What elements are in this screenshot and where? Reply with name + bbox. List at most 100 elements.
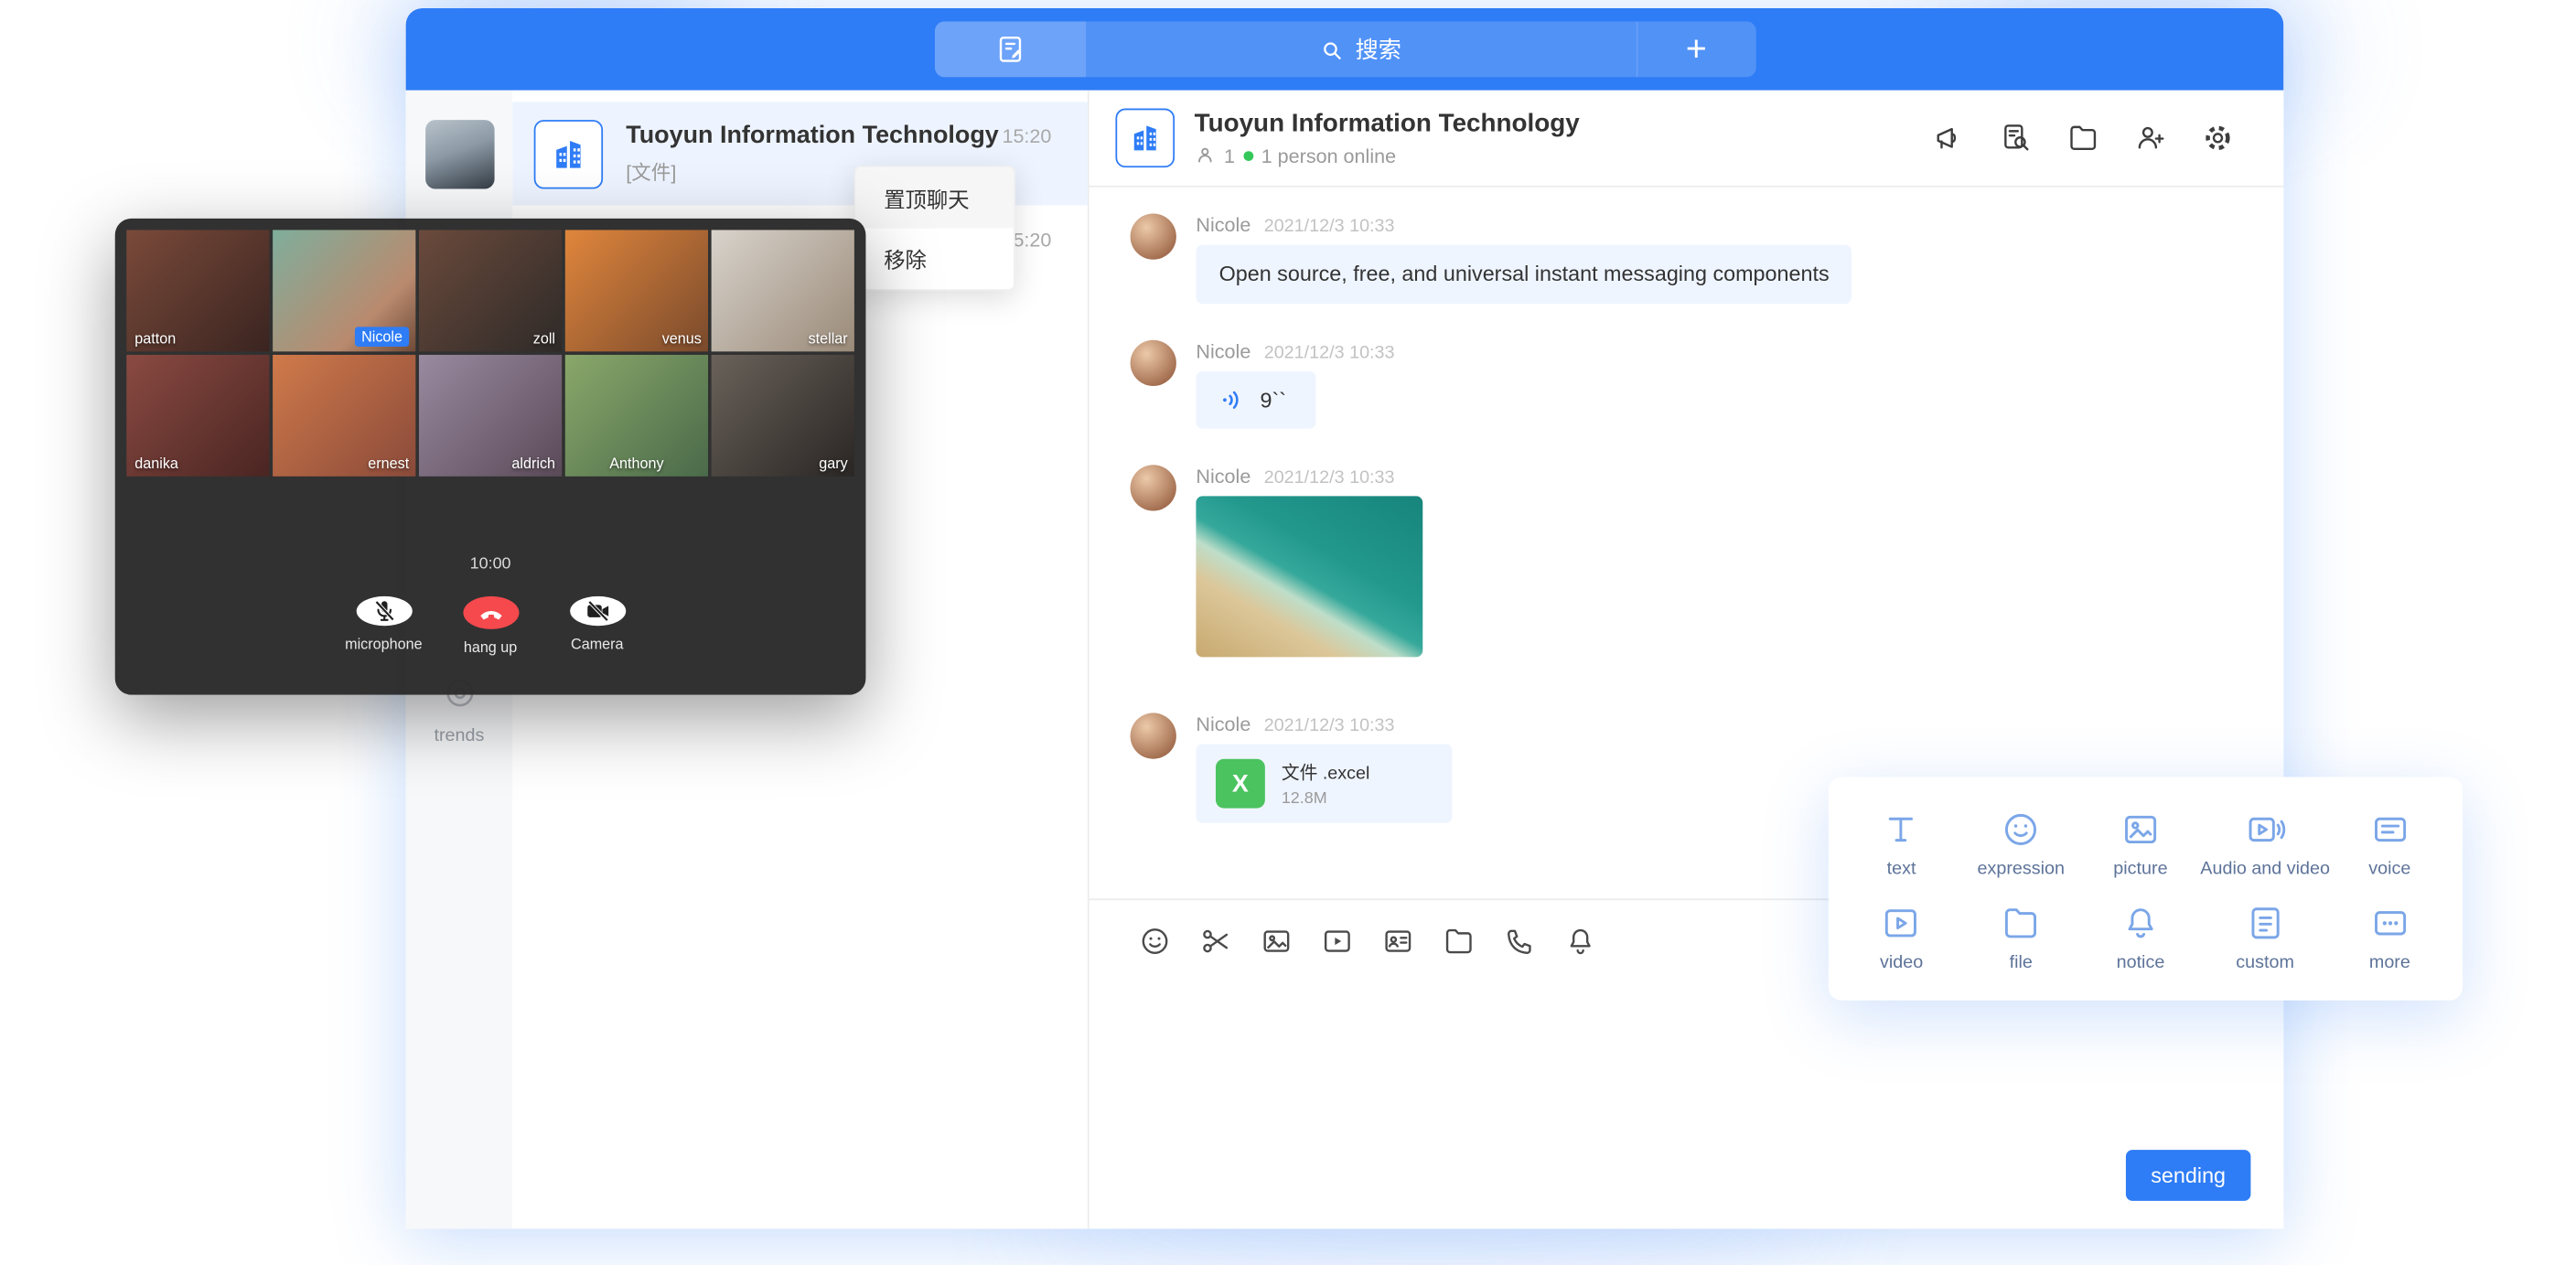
popup-item-picture[interactable]: picture: [2081, 797, 2201, 890]
participant-name: gary: [819, 455, 847, 471]
chat-history-search-icon[interactable]: [2000, 122, 2033, 155]
chat-header-texts: Tuoyun Information Technology 1 1 person…: [1195, 109, 1580, 166]
menu-item-pin-chat[interactable]: 置顶聊天: [856, 167, 1014, 228]
send-button[interactable]: sending: [2126, 1150, 2250, 1201]
emoji-icon[interactable]: [1139, 925, 1172, 958]
participant-name: stellar: [809, 330, 848, 347]
message-input-area[interactable]: sending: [1089, 982, 2284, 1228]
message-time: 2021/12/3 10:33: [1264, 468, 1395, 488]
screenshot-scissors-icon[interactable]: [1199, 925, 1232, 958]
message-type-popup: text expression picture: [1829, 777, 2463, 1000]
expression-icon: [2000, 809, 2043, 852]
participant-name: zoll: [533, 330, 555, 347]
video-participant[interactable]: aldrich: [419, 355, 562, 477]
control-label: microphone: [345, 636, 422, 652]
popup-item-label: expression: [1977, 859, 2065, 879]
members-manage-icon[interactable]: [2134, 122, 2167, 155]
control-label: hang up: [464, 639, 517, 656]
sender-avatar[interactable]: [1131, 713, 1176, 759]
popup-item-audio-video[interactable]: Audio and video: [2200, 797, 2330, 890]
settings-gear-icon[interactable]: [2202, 122, 2235, 155]
call-phone-icon[interactable]: [1503, 925, 1536, 958]
sender-avatar[interactable]: [1131, 213, 1176, 259]
menu-item-remove[interactable]: 移除: [856, 229, 1014, 289]
popup-item-label: custom: [2236, 953, 2294, 973]
file-folder-icon[interactable]: [1443, 925, 1476, 958]
popup-item-more[interactable]: more: [2330, 890, 2450, 983]
audio-video-icon: [2244, 809, 2287, 852]
video-icon: [1880, 902, 1923, 945]
more-icon: [2368, 902, 2411, 945]
popup-item-file[interactable]: file: [1961, 890, 2081, 983]
video-participant[interactable]: Anthony: [565, 355, 708, 477]
video-participant[interactable]: venus: [565, 230, 708, 351]
video-participant[interactable]: Nicole: [273, 230, 415, 351]
contact-card-icon[interactable]: [1381, 925, 1414, 958]
popup-item-text[interactable]: text: [1841, 797, 1961, 890]
announcement-icon[interactable]: [1932, 122, 1965, 155]
notes-button[interactable]: [934, 21, 1085, 77]
text-icon: [1880, 809, 1923, 852]
plus-icon: +: [1686, 28, 1707, 71]
file-message-card[interactable]: 文件 .excel 12.8M: [1196, 745, 1452, 823]
sender-avatar[interactable]: [1131, 340, 1176, 386]
video-participant[interactable]: ernest: [273, 355, 415, 477]
camera-toggle-button[interactable]: [569, 596, 625, 626]
video-call-overlay: patton Nicole zoll venus stellar danika …: [115, 219, 866, 695]
trends-label: trends: [406, 726, 513, 746]
custom-icon: [2244, 902, 2287, 945]
video-file-icon[interactable]: [1321, 925, 1354, 958]
member-count: 1: [1224, 144, 1235, 166]
video-participant[interactable]: patton: [126, 230, 269, 351]
files-icon[interactable]: [2066, 122, 2099, 155]
voice-wave-icon: [1219, 386, 1248, 414]
notification-bell-icon[interactable]: [1564, 925, 1597, 958]
message-image: Nicole 2021/12/3 10:33: [1131, 466, 2251, 658]
online-dot: [1243, 150, 1253, 160]
conversation-context-menu: 置顶聊天 移除: [854, 166, 1015, 290]
search-input[interactable]: 搜索: [1085, 21, 1636, 77]
participant-name: patton: [134, 330, 176, 347]
organization-icon: [534, 119, 603, 188]
popup-item-expression[interactable]: expression: [1961, 797, 2081, 890]
participant-name: Anthony: [609, 455, 663, 471]
message-time: 2021/12/3 10:33: [1264, 344, 1395, 364]
excel-file-icon: [1216, 759, 1265, 809]
chat-subtitle: 1 1 person online: [1195, 144, 1580, 166]
text-message-bubble[interactable]: Open source, free, and universal instant…: [1196, 245, 1852, 305]
participant-name: danika: [134, 455, 178, 471]
popup-item-voice[interactable]: voice: [2330, 797, 2450, 890]
online-status: 1 person online: [1261, 144, 1396, 166]
video-participant[interactable]: zoll: [419, 230, 562, 351]
file-icon: [2000, 902, 2043, 945]
picture-icon[interactable]: [1260, 925, 1293, 958]
message-voice: Nicole 2021/12/3 10:33 9: [1131, 340, 2251, 429]
file-size: 12.8M: [1282, 790, 1370, 809]
video-participant[interactable]: gary: [712, 355, 854, 477]
top-bar: 搜索 +: [406, 8, 2284, 91]
note-edit-icon: [993, 33, 1026, 66]
notice-bell-icon: [2120, 902, 2163, 945]
sender-avatar[interactable]: [1131, 466, 1176, 511]
search-group: 搜索 +: [934, 21, 1755, 77]
popup-item-label: more: [2369, 953, 2410, 973]
members-icon: [1195, 145, 1216, 166]
participant-name: aldrich: [511, 455, 555, 471]
popup-item-custom[interactable]: custom: [2200, 890, 2330, 983]
message-sender: Nicole: [1196, 713, 1250, 736]
image-message[interactable]: [1196, 497, 1422, 658]
hang-up-button[interactable]: [463, 596, 519, 629]
video-participant[interactable]: danika: [126, 355, 269, 477]
video-participant[interactable]: stellar: [712, 230, 854, 351]
participant-name: Nicole: [355, 327, 409, 347]
user-avatar[interactable]: [424, 120, 493, 188]
add-button[interactable]: +: [1636, 21, 1755, 77]
voice-icon: [2368, 809, 2411, 852]
message-sender: Nicole: [1196, 213, 1250, 236]
message-time: 2021/12/3 10:33: [1264, 217, 1395, 237]
voice-message-bubble[interactable]: 9``: [1196, 371, 1315, 429]
voice-duration: 9``: [1260, 387, 1286, 413]
popup-item-video[interactable]: video: [1841, 890, 1961, 983]
microphone-mute-button[interactable]: [356, 596, 412, 626]
popup-item-notice[interactable]: notice: [2081, 890, 2201, 983]
